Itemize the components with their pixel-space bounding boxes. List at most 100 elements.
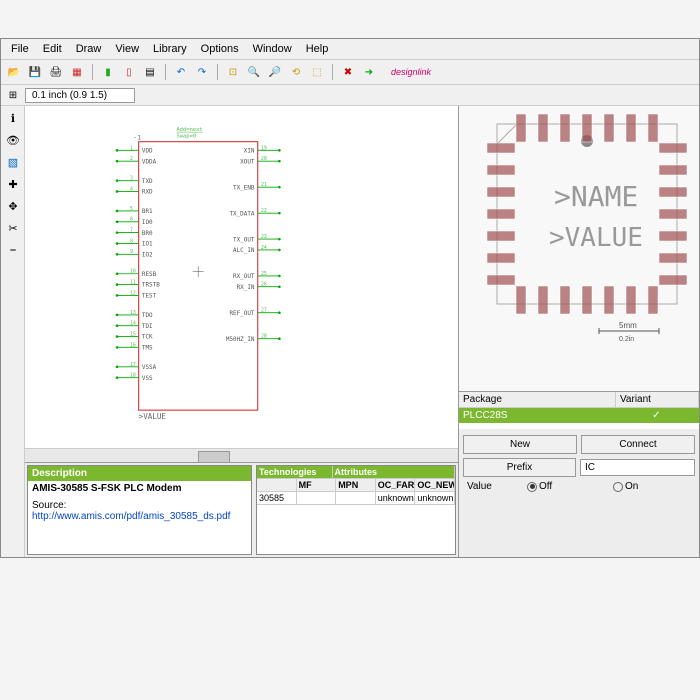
menu-library[interactable]: Library: [147, 41, 193, 57]
svg-text:TDI: TDI: [142, 323, 153, 330]
fp-value: >VALUE: [549, 223, 643, 253]
description-panel: Description AMIS-30585 S-FSK PLC Modem S…: [27, 465, 252, 555]
svg-text:18: 18: [130, 373, 136, 379]
undo-icon[interactable]: ↶: [172, 63, 190, 81]
svg-text:RXD: RXD: [142, 189, 153, 196]
svg-text:BR0: BR0: [142, 230, 153, 237]
menu-edit[interactable]: Edit: [37, 41, 68, 57]
svg-text:5: 5: [130, 206, 133, 212]
zoom-select-icon[interactable]: ⬚: [308, 63, 326, 81]
svg-text:23: 23: [261, 234, 267, 240]
swap-label: Swap=0: [177, 133, 197, 139]
svg-text:TX_DATA: TX_DATA: [229, 210, 254, 217]
menu-options[interactable]: Options: [195, 41, 245, 57]
footprint-canvas[interactable]: >NAME >VALUE 5mm 0.2in: [459, 106, 699, 391]
svg-text:2: 2: [130, 156, 133, 162]
svg-text:26: 26: [261, 282, 267, 288]
pkg-row-selected[interactable]: PLCC28S ✓: [459, 408, 699, 423]
value-off-radio[interactable]: Off: [527, 481, 609, 492]
menu-help[interactable]: Help: [300, 41, 335, 57]
new-button[interactable]: New: [463, 435, 577, 454]
menu-draw[interactable]: Draw: [70, 41, 108, 57]
connect-button[interactable]: Connect: [581, 435, 695, 454]
svg-text:13: 13: [130, 310, 136, 316]
svg-text:VSS: VSS: [142, 375, 153, 382]
schematic-hscroll[interactable]: [25, 448, 458, 462]
package-list[interactable]: Package Variant PLCC28S ✓: [459, 391, 699, 429]
svg-text:27: 27: [261, 308, 267, 314]
pkg-col-variant: Variant: [616, 392, 699, 407]
info-icon[interactable]: ℹ: [3, 108, 23, 128]
side-toolbox: ℹ 👁 ▧ ✚ ✥ ✂ ⎯: [1, 106, 25, 557]
svg-text:TXD: TXD: [142, 178, 153, 185]
zoom-redraw-icon[interactable]: ⟲: [287, 63, 305, 81]
print-icon[interactable]: 🖨: [47, 63, 65, 81]
svg-text:19: 19: [261, 145, 267, 151]
svg-text:TRSTB: TRSTB: [142, 282, 160, 289]
technologies-panel: Technologies Attributes MF MPN OC_FARNEL…: [256, 465, 456, 555]
menu-window[interactable]: Window: [247, 41, 298, 57]
svg-text:TX_ENB: TX_ENB: [233, 184, 255, 191]
svg-text:9: 9: [130, 249, 133, 255]
svg-text:RESB: RESB: [142, 271, 157, 278]
scale-mm: 5mm: [619, 321, 637, 330]
schematic-icon[interactable]: ▯: [120, 63, 138, 81]
layer-icon[interactable]: ▧: [3, 152, 23, 172]
marker-icon[interactable]: ✚: [3, 174, 23, 194]
svg-text:7: 7: [130, 228, 133, 234]
eye-icon[interactable]: 👁: [3, 130, 23, 150]
fp-name: >NAME: [554, 180, 638, 213]
cam-icon[interactable]: ▦: [68, 63, 86, 81]
svg-text:VDDA: VDDA: [142, 158, 157, 165]
redo-icon[interactable]: ↷: [193, 63, 211, 81]
svg-text:17: 17: [130, 362, 136, 368]
add-next-label: Add=next: [177, 127, 203, 133]
source-link[interactable]: http://www.amis.com/pdf/amis_30585_ds.pd…: [32, 511, 247, 522]
value-label: Value: [463, 481, 523, 492]
svg-text:VDD: VDD: [142, 148, 153, 155]
sheet-icon[interactable]: ▤: [141, 63, 159, 81]
svg-text:VSSA: VSSA: [142, 364, 157, 371]
zoom-in-icon[interactable]: 🔍: [245, 63, 263, 81]
svg-text:ALC_IN: ALC_IN: [233, 247, 255, 254]
description-title: AMIS-30585 S-FSK PLC Modem: [32, 483, 247, 494]
zoom-out-icon[interactable]: 🔎: [266, 63, 284, 81]
svg-text:TMS: TMS: [142, 345, 153, 352]
value-on-radio[interactable]: On: [613, 481, 695, 492]
menu-file[interactable]: File: [5, 41, 35, 57]
svg-text:15: 15: [130, 331, 136, 337]
cut-icon[interactable]: ✂: [3, 218, 23, 238]
open-icon[interactable]: 📂: [5, 63, 23, 81]
svg-text:TDO: TDO: [142, 312, 153, 319]
save-icon[interactable]: 💾: [26, 63, 44, 81]
board-icon[interactable]: ▮: [99, 63, 117, 81]
prefix-button[interactable]: Prefix: [463, 458, 576, 477]
svg-text:4: 4: [130, 186, 133, 192]
wire-icon[interactable]: ⎯: [3, 240, 23, 260]
svg-text:BR1: BR1: [142, 208, 153, 215]
part-name: -1: [133, 134, 141, 142]
svg-text:10: 10: [130, 269, 136, 275]
coord-readout: 0.1 inch (0.9 1.5): [25, 88, 135, 103]
designlink-label[interactable]: designlink: [391, 67, 431, 77]
move-icon[interactable]: ✥: [3, 196, 23, 216]
svg-text:M50HZ_IN: M50HZ_IN: [226, 336, 255, 343]
svg-text:XIN: XIN: [244, 148, 255, 155]
schematic-canvas[interactable]: Add=next Swap=0 -1 >VALUE VDD1VDDA2TXD3R…: [25, 106, 458, 448]
zoom-fit-icon[interactable]: ⊡: [224, 63, 242, 81]
svg-text:3: 3: [130, 176, 133, 182]
svg-text:RX_OUT: RX_OUT: [233, 273, 255, 280]
menu-view[interactable]: View: [109, 41, 145, 57]
stop-icon[interactable]: ✖: [339, 63, 357, 81]
tech-header-1: Technologies: [257, 466, 333, 478]
svg-text:12: 12: [130, 290, 136, 296]
svg-text:14: 14: [130, 321, 136, 327]
svg-text:25: 25: [261, 271, 267, 277]
grid-icon[interactable]: ⊞: [5, 87, 21, 103]
part-value: >VALUE: [139, 412, 167, 421]
svg-text:24: 24: [261, 245, 267, 251]
svg-text:22: 22: [261, 208, 267, 214]
go-icon[interactable]: ➜: [360, 63, 378, 81]
main-toolbar: 📂 💾 🖨 ▦ ▮ ▯ ▤ ↶ ↷ ⊡ 🔍 🔎 ⟲ ⬚ ✖ ➜ designli…: [1, 60, 699, 85]
prefix-input[interactable]: IC: [580, 459, 695, 476]
